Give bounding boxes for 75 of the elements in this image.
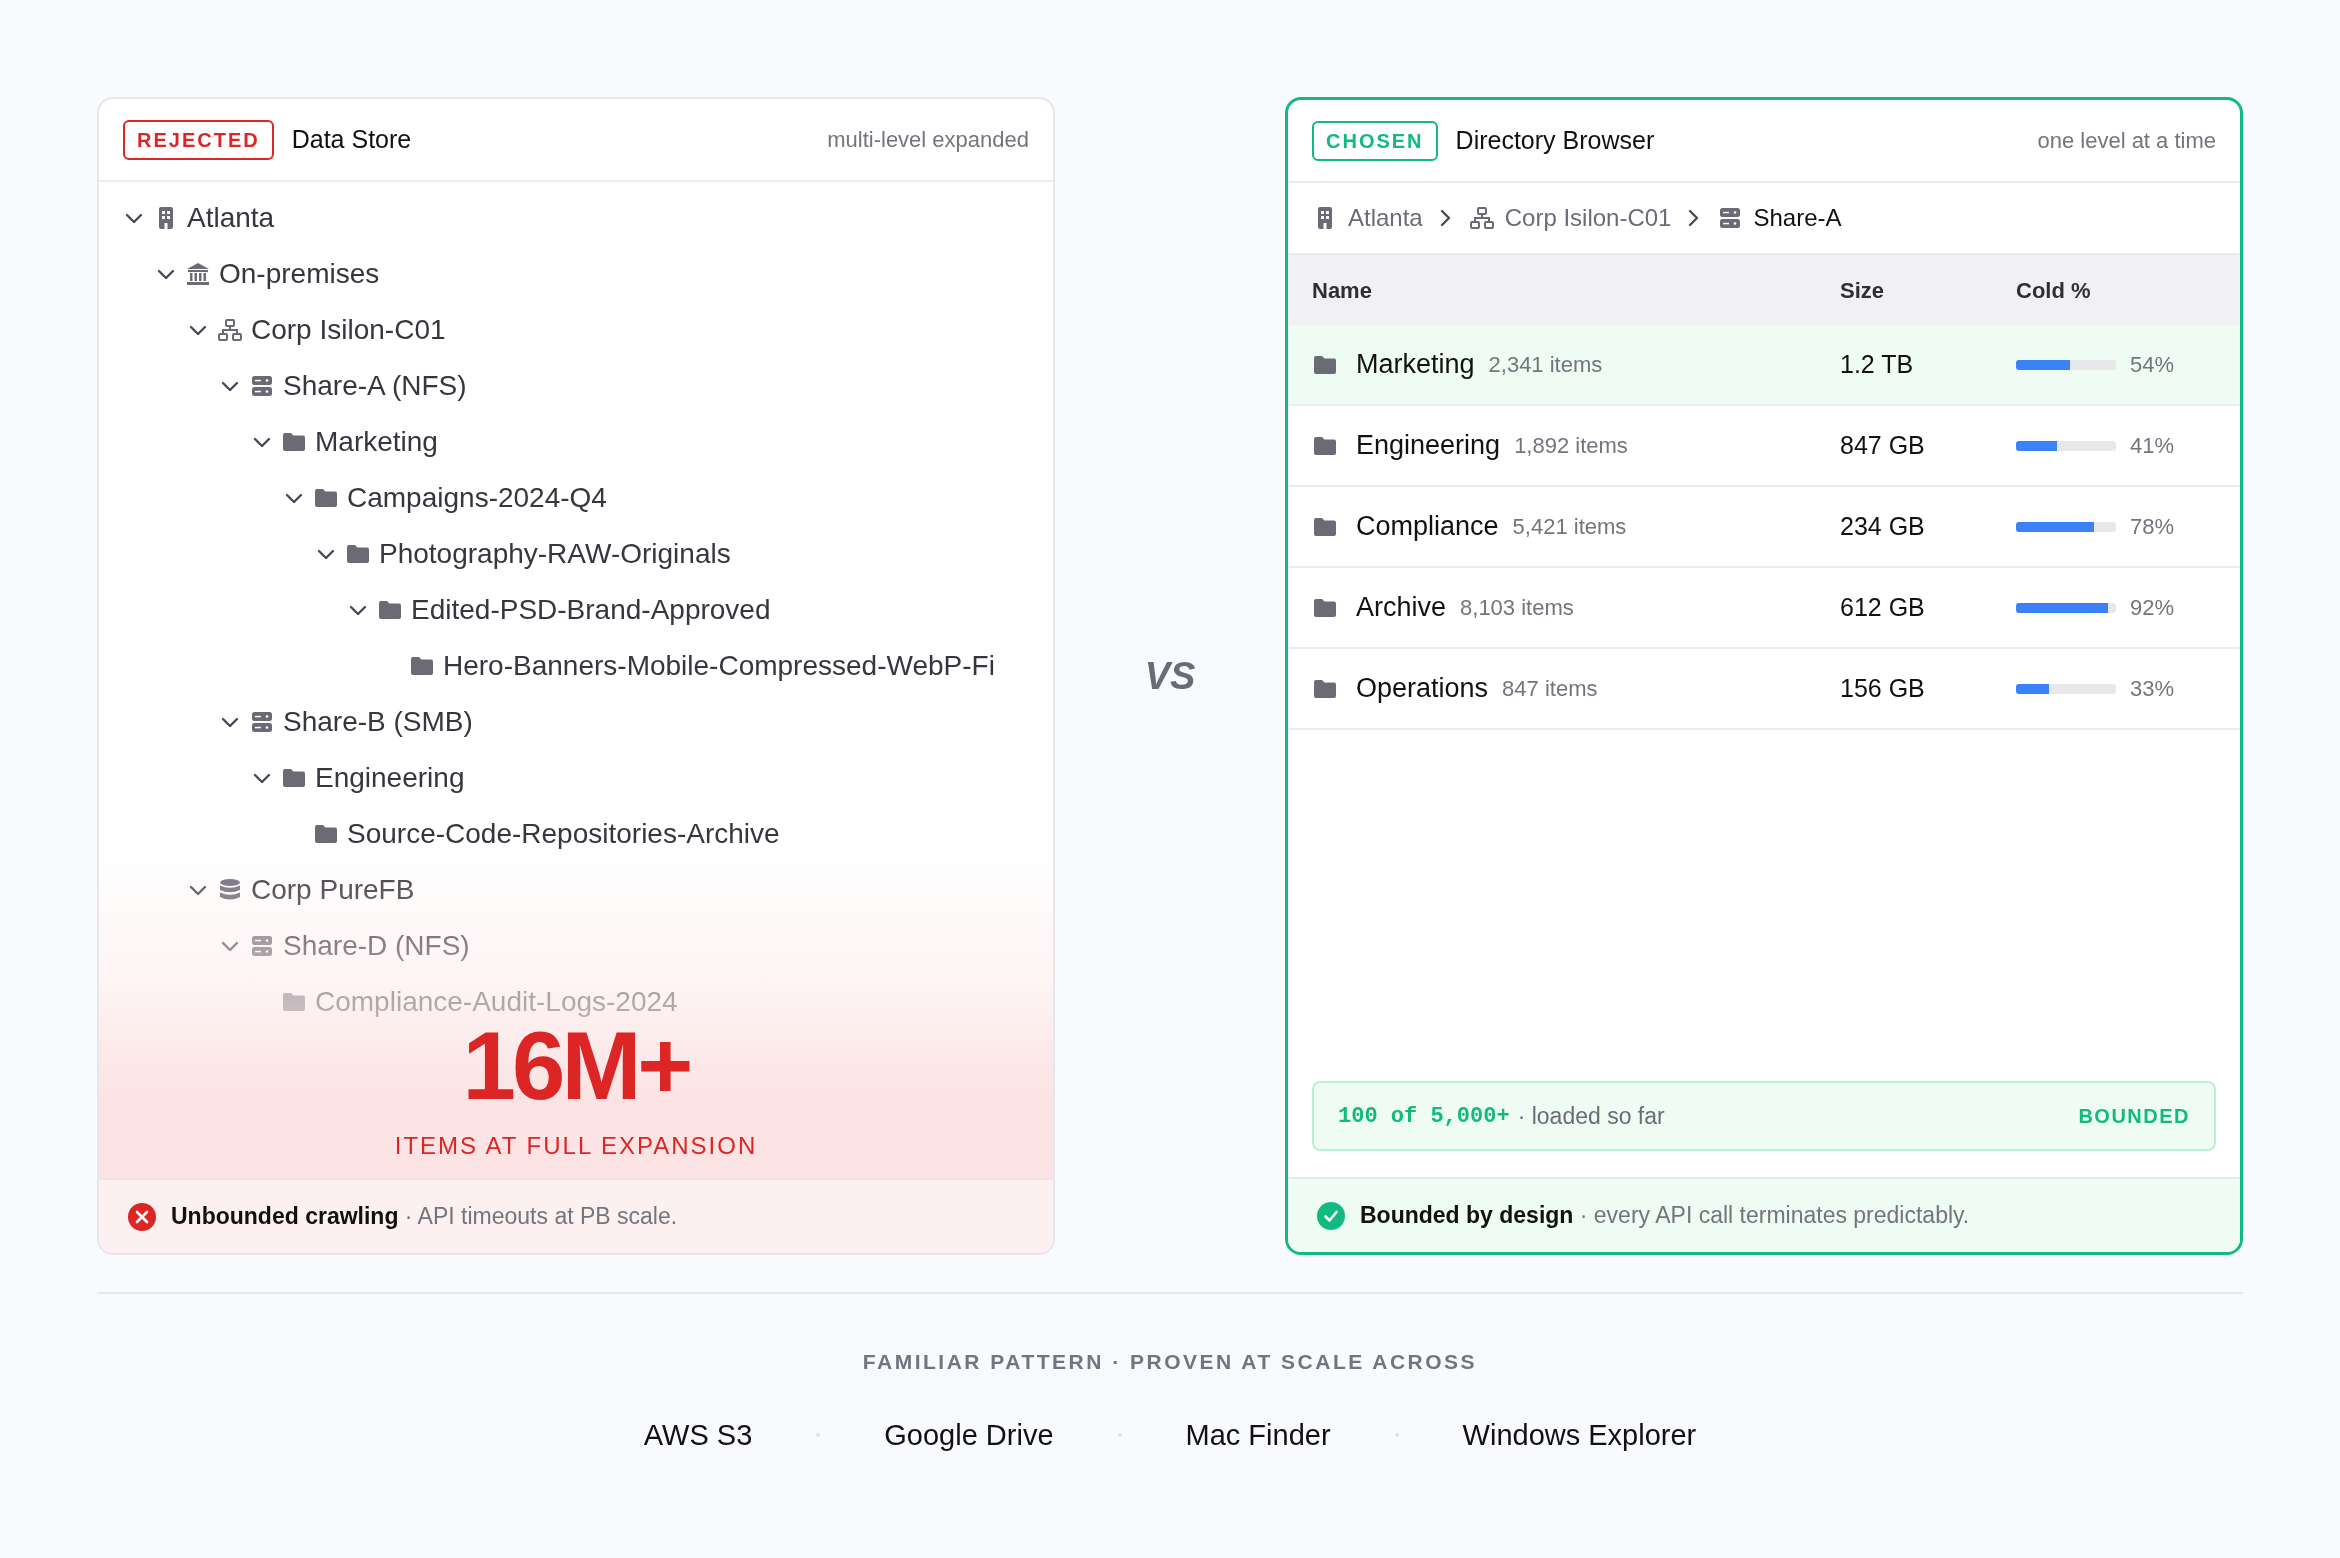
tree-item[interactable]: Atlanta	[187, 197, 275, 239]
panel-title: Directory Browser	[1455, 124, 1655, 156]
stat-label: ITEMS AT FULL EXPANSION	[394, 1131, 758, 1161]
item-count: 847 items	[1502, 675, 1598, 703]
status-message: Bounded by design · every API call terminates predictably.	[1360, 1201, 1970, 1231]
status-badge: CHOSEN	[1312, 120, 1438, 161]
breadcrumb-item[interactable]: Corp Isilon-C01	[1468, 200, 1672, 236]
panel-title: Data Store	[291, 123, 412, 155]
percent-value: 33%	[2130, 675, 2175, 703]
size-value: 234 GB	[1840, 511, 1925, 540]
percent-value: 41%	[2130, 432, 2175, 460]
tree-item[interactable]: Photography-RAW-Originals	[379, 533, 731, 575]
item-count: 5,421 items	[1512, 513, 1627, 541]
table-row[interactable]: Marketing 2,341 items 1.2 TB 54%	[1288, 325, 2240, 406]
folder-name: Archive	[1356, 591, 1447, 625]
tree-item[interactable]: Source-Code-Repositories-Archive	[347, 813, 780, 855]
item-count: 8,103 items	[1460, 594, 1574, 622]
caption: FAMILIAR PATTERN · PROVEN AT SCALE ACROSS	[861, 1349, 1479, 1375]
column-header: Size	[1840, 276, 1886, 305]
percent-value: 92%	[2130, 594, 2175, 622]
tree-item[interactable]: On-premises	[219, 253, 380, 295]
tree-item[interactable]: Edited-PSD-Brand-Approved	[411, 589, 771, 631]
breadcrumb-label: Corp Isilon-C01	[1504, 203, 1672, 233]
item-count: 2,341 items	[1488, 351, 1603, 379]
product-name: Mac Finder	[1185, 1417, 1331, 1453]
tree-item[interactable]: Engineering	[315, 757, 465, 799]
folder-name: Operations	[1356, 672, 1489, 706]
item-count: 1,892 items	[1514, 432, 1628, 460]
breadcrumb-item[interactable]: Atlanta	[1312, 200, 1423, 236]
panel-subtitle: multi-level expanded	[827, 126, 1029, 154]
server-icon	[249, 709, 275, 735]
tree-item[interactable]: Campaigns-2024-Q4	[347, 477, 607, 519]
network-icon	[217, 317, 243, 343]
table-row[interactable]: Compliance 5,421 items 234 GB 78%	[1288, 487, 2240, 568]
breadcrumb-item[interactable]: Share-A	[1717, 200, 1842, 236]
column-header: Name	[1311, 276, 1373, 305]
error-icon	[127, 1201, 157, 1232]
percent-value: 78%	[2130, 513, 2175, 541]
table-row[interactable]: Operations 847 items 156 GB 33%	[1288, 649, 2240, 730]
tree-item[interactable]: Share-D (NFS)	[283, 925, 470, 967]
status-badge: REJECTED	[123, 119, 274, 160]
table-row[interactable]: Engineering 1,892 items 847 GB 41%	[1288, 406, 2240, 487]
size-value: 847 GB	[1840, 430, 1925, 459]
bounded-tag: BOUNDED	[2078, 1101, 2190, 1131]
tree-item[interactable]: Corp Isilon-C01	[251, 309, 446, 351]
product-name: Windows Explorer	[1462, 1417, 1697, 1453]
product-name: AWS S3	[643, 1417, 753, 1453]
size-value: 612 GB	[1840, 592, 1925, 621]
folder-name: Engineering	[1356, 429, 1501, 463]
check-icon	[1316, 1200, 1346, 1231]
loaded-count: 100 of 5,000+	[1338, 1102, 1510, 1131]
column-header: Cold %	[2016, 276, 2092, 305]
size-value: 156 GB	[1840, 673, 1925, 702]
server-icon	[249, 373, 275, 399]
tree-item[interactable]: Marketing	[315, 421, 438, 463]
product-name: Google Drive	[884, 1417, 1054, 1453]
panel-subtitle: one level at a time	[2037, 127, 2216, 155]
breadcrumb-label: Share-A	[1753, 203, 1842, 233]
size-value: 1.2 TB	[1840, 349, 1914, 378]
tree-item[interactable]: Hero-Banners-Mobile-Compressed-WebP-Fi	[443, 645, 995, 687]
network-icon	[1468, 205, 1495, 231]
folder-name: Marketing	[1356, 348, 1475, 382]
percent-value: 54%	[2130, 351, 2175, 379]
loaded-text: · loaded so far	[1517, 1101, 1665, 1131]
status-message: Unbounded crawling · API timeouts at PB scale.	[171, 1202, 678, 1232]
breadcrumb-label: Atlanta	[1348, 203, 1423, 233]
tree-item[interactable]: Share-B (SMB)	[283, 701, 473, 743]
tree-item[interactable]: Corp PureFB	[251, 869, 415, 911]
tree-item[interactable]: Share-A (NFS)	[283, 365, 467, 407]
server-icon	[249, 933, 275, 959]
bank-icon	[185, 261, 211, 287]
stat-value: 16M+	[462, 1018, 690, 1114]
folder-name: Compliance	[1356, 510, 1499, 544]
versus-label: VS	[1144, 653, 1196, 699]
table-row[interactable]: Archive 8,103 items 612 GB 92%	[1288, 568, 2240, 649]
